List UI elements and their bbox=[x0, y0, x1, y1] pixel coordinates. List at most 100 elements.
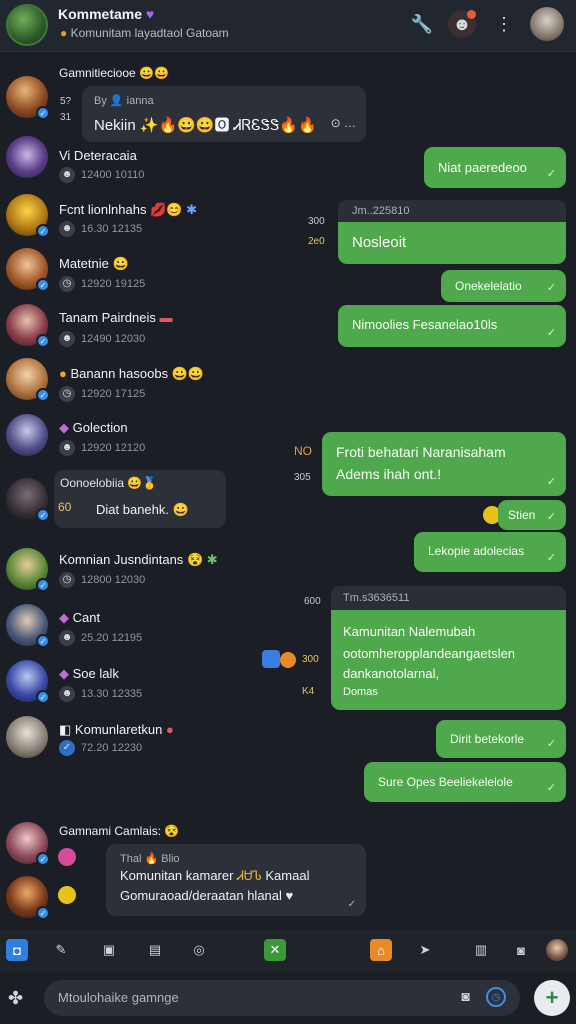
feed-name: ◧ Komunlaretkun ● bbox=[59, 722, 174, 737]
quoted-header: Tm.s3636511 bbox=[331, 586, 566, 610]
app-icon bbox=[262, 650, 280, 668]
outgoing-message[interactable]: Froti behatari Naranisaham Adems ihah on… bbox=[322, 432, 566, 496]
purple-heart-icon: ♥ bbox=[145, 6, 155, 22]
avatar[interactable]: ✓ bbox=[6, 548, 50, 592]
emoji-icon: ◆ bbox=[59, 666, 69, 681]
incoming-message[interactable]: By 👤 ianna Nekiin ✨🔥😀😀🅾 ᏗᏒᏋᏕᏕ🔥🔥 ⊙ … bbox=[82, 86, 366, 142]
reaction-icon[interactable]: ⊙ … bbox=[331, 116, 356, 130]
camera-icon[interactable]: ◙ bbox=[462, 988, 470, 1004]
clock-icon[interactable]: ◷ bbox=[486, 987, 506, 1007]
quoted-header: Jm..225810 bbox=[338, 200, 566, 222]
incoming-message[interactable]: Oonoelobiia 😀🥇 60 Diat banehk. 😀 bbox=[54, 470, 226, 528]
message-placeholder: Mtoulohaike gamnge bbox=[58, 990, 179, 1005]
wrench-icon[interactable]: 🔧 bbox=[408, 10, 436, 38]
side-count: 300 bbox=[302, 654, 319, 665]
feed-name: ◆ Golection bbox=[59, 420, 128, 435]
flag-icon: ◧ bbox=[59, 722, 72, 737]
outgoing-message[interactable]: Nimoolies Fesanelao10ls ✓ bbox=[338, 305, 566, 347]
incoming-text: Gomuraoad/deraatan hlanal ♥ bbox=[120, 888, 294, 903]
flag-icon: ▬ bbox=[159, 310, 173, 325]
image-icon[interactable]: ▤ bbox=[144, 939, 166, 961]
side-count: 305 bbox=[294, 472, 311, 483]
pen-icon[interactable]: ✎ bbox=[50, 939, 72, 961]
incoming-message[interactable]: Thal 🔥 Blio Komunitan kamarer ᏗᏌᏖ Kamaal… bbox=[106, 844, 366, 916]
profile-notification-icon[interactable]: ☻ bbox=[448, 10, 476, 38]
avatar[interactable]: ✓ bbox=[6, 604, 50, 648]
verified-icon: ✓ bbox=[36, 578, 50, 592]
profile-icon[interactable] bbox=[546, 939, 568, 961]
side-count: 600 bbox=[304, 596, 321, 607]
camera-icon[interactable]: ◘ bbox=[6, 939, 28, 961]
outgoing-message[interactable]: Onekelelatio ✓ bbox=[441, 270, 566, 302]
feed-meta: ☻ 25.20 12195 bbox=[59, 630, 142, 646]
pin-icon[interactable]: ⌂ bbox=[370, 939, 392, 961]
emoji-icon: 😵 bbox=[164, 824, 180, 838]
avatar[interactable] bbox=[6, 136, 48, 178]
group-title[interactable]: Kommetame ♥ bbox=[58, 6, 154, 22]
feed-meta: ☻ 13.30 12335 bbox=[59, 686, 142, 702]
avatar[interactable]: ✓ bbox=[6, 248, 50, 292]
verified-icon: ✓ bbox=[36, 388, 50, 402]
outgoing-message[interactable]: Sure Opes Beeliekelelole ✓ bbox=[364, 762, 566, 802]
outgoing-message[interactable]: Niat paeredeoo ✓ bbox=[424, 147, 566, 188]
file-icon[interactable]: ▥ bbox=[470, 939, 492, 961]
emoji-icon: 😀 bbox=[112, 256, 129, 271]
more-vertical-icon[interactable]: ⋮ bbox=[490, 10, 518, 38]
avatar[interactable] bbox=[6, 414, 48, 456]
avatar[interactable]: ✓ bbox=[6, 660, 50, 704]
incoming-text: Diat banehk. 😀 bbox=[96, 502, 189, 517]
feed-name: Vi Deteracaia bbox=[59, 148, 137, 163]
read-tick-icon: ✓ bbox=[347, 899, 356, 910]
feed-name: Gamnami Camlais: 😵 bbox=[59, 824, 180, 838]
outgoing-message[interactable]: Dirit betekorle ✓ bbox=[436, 720, 566, 758]
outgoing-message[interactable]: Lekopie adolecias ✓ bbox=[414, 532, 566, 572]
notification-dot bbox=[467, 10, 476, 19]
avatar[interactable]: ✓ bbox=[6, 478, 50, 522]
group-avatar[interactable] bbox=[6, 4, 48, 46]
feed-name: Fcnt lionlnhahs 💋😊 ✱ bbox=[59, 202, 197, 217]
side-count: 300 bbox=[308, 216, 325, 227]
share-icon[interactable]: ➤ bbox=[414, 939, 436, 961]
incoming-text: Nekiin ✨🔥😀😀🅾 ᏗᏒᏋᏕᏕ🔥🔥 bbox=[94, 117, 317, 134]
record-icon[interactable]: ◙ bbox=[510, 939, 532, 961]
emoji-icon: ◆ bbox=[59, 420, 69, 435]
emoji-icon bbox=[280, 652, 296, 668]
feed-meta: ◷ 12920 17125 bbox=[59, 386, 145, 402]
verified-icon: ✓ bbox=[36, 852, 50, 866]
avatar[interactable]: ✓ bbox=[6, 194, 50, 238]
feed-name: Komnian Jusndintans 😵 ✱ bbox=[59, 552, 218, 567]
feed-meta: ☻ 12400 10110 bbox=[59, 167, 144, 183]
verified-icon: ✓ bbox=[36, 278, 50, 292]
incoming-text: Komunitan kamarer ᏗᏌᏖ Kamaal bbox=[120, 868, 310, 883]
verified-icon: ✓ bbox=[36, 224, 50, 238]
emoji-icon: 😀🥇 bbox=[127, 476, 158, 490]
feed-name: Tanam Pairdneis ▬ bbox=[59, 310, 173, 325]
user-avatar-icon[interactable] bbox=[530, 7, 564, 41]
feed-name: ◆ Soe lalk bbox=[59, 666, 119, 681]
side-count: K4 bbox=[302, 686, 315, 697]
outgoing-message[interactable]: Kamunitan Nalemubah ootomheropplandeanga… bbox=[331, 610, 566, 710]
feed-name: ● Banann hasoobs 😀😀 bbox=[59, 366, 205, 381]
add-button[interactable]: + bbox=[534, 980, 570, 1016]
avatar[interactable]: ✓ bbox=[6, 76, 50, 120]
emoji-icon: 😀😀 bbox=[171, 366, 205, 381]
emoji-icon: 💋😊 bbox=[150, 202, 183, 217]
avatar[interactable]: ✓ bbox=[6, 876, 50, 920]
avatar[interactable]: ✓ bbox=[6, 822, 50, 866]
avatar[interactable] bbox=[6, 716, 48, 758]
avatar[interactable]: ✓ bbox=[6, 304, 50, 348]
avatar[interactable]: ✓ bbox=[6, 358, 50, 402]
emoji-icon: 😀 bbox=[172, 502, 189, 517]
emoji-icon: 😀😀 bbox=[139, 66, 169, 80]
gif-icon[interactable]: ◎ bbox=[188, 939, 210, 961]
message-input[interactable]: Mtoulohaike gamnge ◙ ◷ bbox=[44, 980, 520, 1016]
attach-icon[interactable]: ✤ bbox=[8, 988, 23, 1009]
toolbar: ◘ ✎ ▣ ▤ ◎ ✕ ⌂ ➤ ▥ ◙ bbox=[0, 930, 576, 972]
chat-header: Kommetame ♥ ● Komunitam layadtaol Gatoam… bbox=[0, 0, 576, 52]
outgoing-message[interactable]: Stien ✓ bbox=[498, 500, 566, 530]
emoji-icon: ● bbox=[59, 366, 67, 381]
feed-meta: ☻ 16.30 12135 bbox=[59, 221, 142, 237]
spreadsheet-icon[interactable]: ✕ bbox=[264, 939, 286, 961]
sticker-icon[interactable]: ▣ bbox=[98, 939, 120, 961]
outgoing-message[interactable]: Nosleoit bbox=[338, 222, 566, 264]
